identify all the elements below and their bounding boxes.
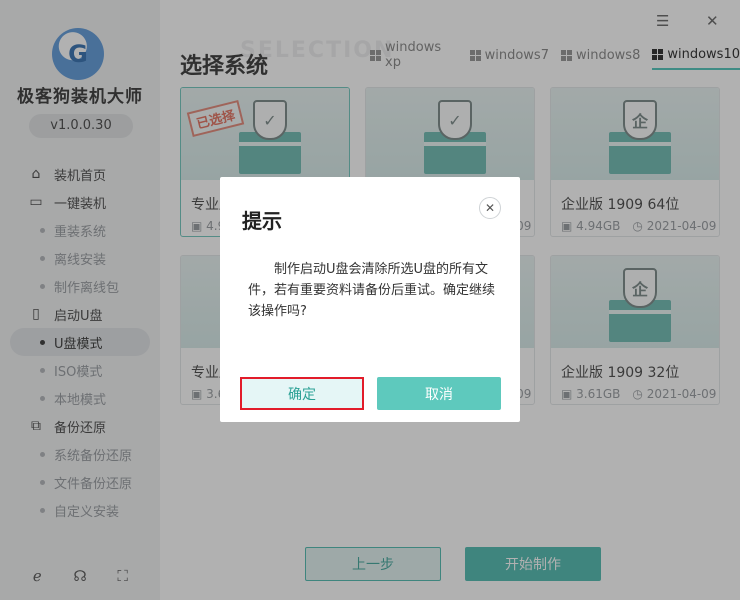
- cancel-button[interactable]: 取消: [377, 377, 501, 410]
- dialog-close-icon[interactable]: ✕: [479, 197, 501, 219]
- dialog-message: 制作启动U盘会清除所选U盘的所有文件，若有重要资料请备份后重试。确定继续该操作吗…: [248, 262, 496, 319]
- confirm-button[interactable]: 确定: [240, 377, 364, 410]
- dialog-title: 提示: [242, 209, 282, 233]
- confirm-dialog: 提示 ✕ 制作启动U盘会清除所选U盘的所有文件，若有重要资料请备份后重试。确定继…: [220, 177, 520, 422]
